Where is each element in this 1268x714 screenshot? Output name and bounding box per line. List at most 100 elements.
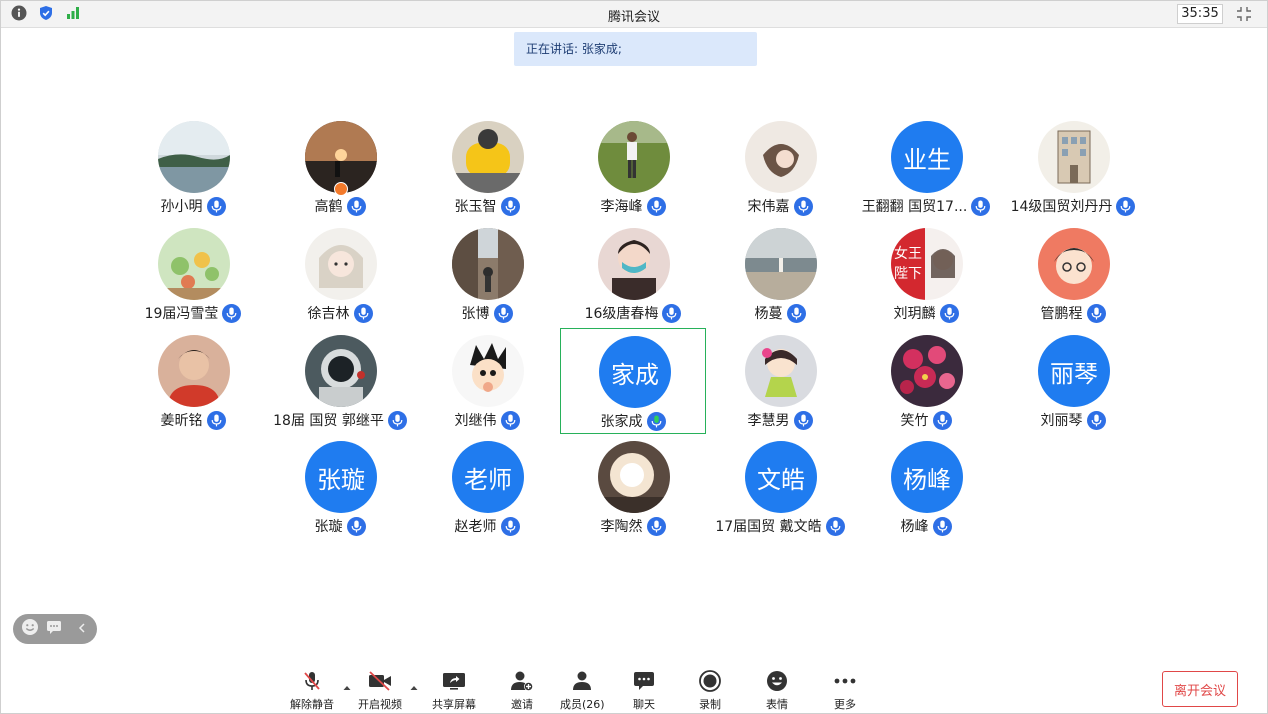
mic-icon bbox=[793, 196, 813, 216]
title-bar: 腾讯会议 35:35 bbox=[1, 1, 1267, 28]
participant-tile[interactable]: 18届 国贸 郭继平 bbox=[267, 328, 413, 434]
mic-icon bbox=[1116, 196, 1136, 216]
participant-tile[interactable]: 家成 张家成 bbox=[560, 328, 706, 434]
participant-tile[interactable]: 高鹤 bbox=[267, 114, 413, 220]
reactions-label: 表情 bbox=[766, 698, 788, 711]
mic-icon bbox=[206, 196, 226, 216]
participant-tile[interactable]: 宋伟嘉 bbox=[707, 114, 853, 220]
participant-tile[interactable]: 李慧男 bbox=[707, 328, 853, 434]
speaking-text: 正在讲话: 张家成; bbox=[526, 42, 622, 56]
meeting-timer: 35:35 bbox=[1177, 4, 1223, 24]
participant-name-row: 杨峰 bbox=[853, 516, 999, 536]
avatar bbox=[745, 228, 817, 300]
participant-tile[interactable]: 李陶然 bbox=[560, 434, 706, 540]
exit-fullscreen-icon[interactable] bbox=[1235, 5, 1253, 23]
participant-name-row: 张璇 bbox=[267, 516, 413, 536]
participant-name: 14级国贸刘丹丹 bbox=[1010, 199, 1113, 215]
video-options-caret-icon[interactable] bbox=[409, 678, 419, 690]
participant-name: 16级唐春梅 bbox=[584, 306, 659, 322]
mic-icon bbox=[646, 196, 666, 216]
emoji-icon[interactable] bbox=[21, 618, 39, 640]
participant-name: 19届冯雪莹 bbox=[144, 306, 219, 322]
participant-tile[interactable]: 张玉智 bbox=[414, 114, 560, 220]
participant-tile[interactable]: 14级国贸刘丹丹 bbox=[1000, 114, 1146, 220]
participant-tile[interactable]: 孙小明 bbox=[120, 114, 266, 220]
avatar: 业生 bbox=[891, 121, 963, 193]
participant-tile[interactable]: 业生王翻翻 国贸17... bbox=[853, 114, 999, 220]
participant-tile[interactable]: 杨峰 杨峰 bbox=[853, 434, 999, 540]
meeting-window: 腾讯会议 35:35 正在讲话: 张家成; 孙小明 高鹤 张玉智 李海峰 宋伟嘉 业生王翻… bbox=[0, 0, 1268, 714]
meeting-toolbar: 解除静音 开启视频 共享屏幕 邀请 成员(26) 聊天 录制 表情 更多 bbox=[1, 665, 1267, 713]
mic-icon bbox=[493, 303, 513, 323]
leave-meeting-button[interactable]: 离开会议 bbox=[1162, 671, 1238, 707]
video-off-icon bbox=[367, 669, 393, 693]
avatar bbox=[598, 121, 670, 193]
participant-name-row: 赵老师 bbox=[414, 516, 560, 536]
mic-icon bbox=[346, 516, 366, 536]
participant-name-row: 刘丽琴 bbox=[1000, 410, 1146, 430]
participant-tile[interactable]: 杨蔓 bbox=[707, 221, 853, 327]
record-button[interactable]: 录制 bbox=[697, 669, 723, 712]
participant-name-row: 王翻翻 国贸17... bbox=[853, 196, 999, 216]
chat-label: 聊天 bbox=[633, 698, 655, 711]
participant-tile[interactable]: 张博 bbox=[414, 221, 560, 327]
participant-tile[interactable]: 徐吉林 bbox=[267, 221, 413, 327]
avatar bbox=[305, 228, 377, 300]
more-button[interactable]: 更多 bbox=[832, 669, 858, 712]
participant-tile[interactable]: 文皓 17届国贸 戴文皓 bbox=[707, 434, 853, 540]
svg-text:陛下: 陛下 bbox=[894, 266, 922, 282]
participant-name: 18届 国贸 郭继平 bbox=[273, 413, 384, 429]
participant-name-row: 李海峰 bbox=[560, 196, 706, 216]
participant-tile[interactable]: 丽琴 刘丽琴 bbox=[1000, 328, 1146, 434]
participant-tile[interactable]: 16级唐春梅 bbox=[560, 221, 706, 327]
avatar bbox=[1038, 228, 1110, 300]
participant-name-row: 17届国贸 戴文皓 bbox=[707, 516, 853, 536]
avatar bbox=[598, 228, 670, 300]
participant-name: 刘丽琴 bbox=[1040, 413, 1083, 429]
members-icon bbox=[569, 669, 595, 693]
participant-name-row: 孙小明 bbox=[120, 196, 266, 216]
participant-name: 徐吉林 bbox=[307, 306, 350, 322]
participant-name-row: 笑竹 bbox=[853, 410, 999, 430]
share-screen-button[interactable]: 共享屏幕 bbox=[432, 669, 476, 712]
invite-label: 邀请 bbox=[511, 698, 533, 711]
invite-button[interactable]: 邀请 bbox=[509, 669, 535, 712]
mic-icon bbox=[825, 516, 845, 536]
start-video-label: 开启视频 bbox=[358, 698, 402, 711]
mic-icon bbox=[500, 516, 520, 536]
members-button[interactable]: 成员(26) bbox=[560, 669, 605, 712]
participant-tile[interactable]: 管鹏程 bbox=[1000, 221, 1146, 327]
avatar bbox=[158, 228, 230, 300]
avatar: 老师 bbox=[452, 441, 524, 513]
participant-tile[interactable]: 张璇 张璇 bbox=[267, 434, 413, 540]
share-screen-label: 共享屏幕 bbox=[432, 698, 476, 711]
participant-name-row: 管鹏程 bbox=[1000, 303, 1146, 323]
speaking-mic-icon bbox=[646, 411, 666, 431]
participant-name-row: 张家成 bbox=[561, 411, 705, 431]
participant-tile[interactable]: 笑竹 bbox=[853, 328, 999, 434]
audio-options-caret-icon[interactable] bbox=[342, 678, 352, 690]
participant-name: 李海峰 bbox=[600, 199, 643, 215]
participant-tile[interactable]: 女王 陛下 刘玥麟 bbox=[853, 221, 999, 327]
participant-tile[interactable]: 姜昕铭 bbox=[120, 328, 266, 434]
participant-name: 孙小明 bbox=[160, 199, 203, 215]
participant-tile[interactable]: 19届冯雪莹 bbox=[120, 221, 266, 327]
participant-name: 张家成 bbox=[600, 414, 643, 430]
chat-button[interactable]: 聊天 bbox=[631, 669, 657, 712]
avatar: 张璇 bbox=[305, 441, 377, 513]
mic-icon bbox=[932, 516, 952, 536]
participant-tile[interactable]: 刘继伟 bbox=[414, 328, 560, 434]
participant-tile[interactable]: 老师 赵老师 bbox=[414, 434, 560, 540]
participant-name-row: 李陶然 bbox=[560, 516, 706, 536]
chat-bubble-icon[interactable] bbox=[45, 618, 63, 640]
avatar bbox=[452, 335, 524, 407]
reactions-button[interactable]: 表情 bbox=[764, 669, 790, 712]
invite-user-icon bbox=[509, 669, 535, 693]
mic-icon bbox=[793, 410, 813, 430]
participant-tile[interactable]: 李海峰 bbox=[560, 114, 706, 220]
collapse-chevron-icon[interactable] bbox=[75, 620, 89, 639]
unmute-button[interactable]: 解除静音 bbox=[290, 669, 334, 712]
participant-name-row: 张博 bbox=[414, 303, 560, 323]
participant-name: 笑竹 bbox=[900, 413, 929, 429]
start-video-button[interactable]: 开启视频 bbox=[358, 669, 402, 712]
